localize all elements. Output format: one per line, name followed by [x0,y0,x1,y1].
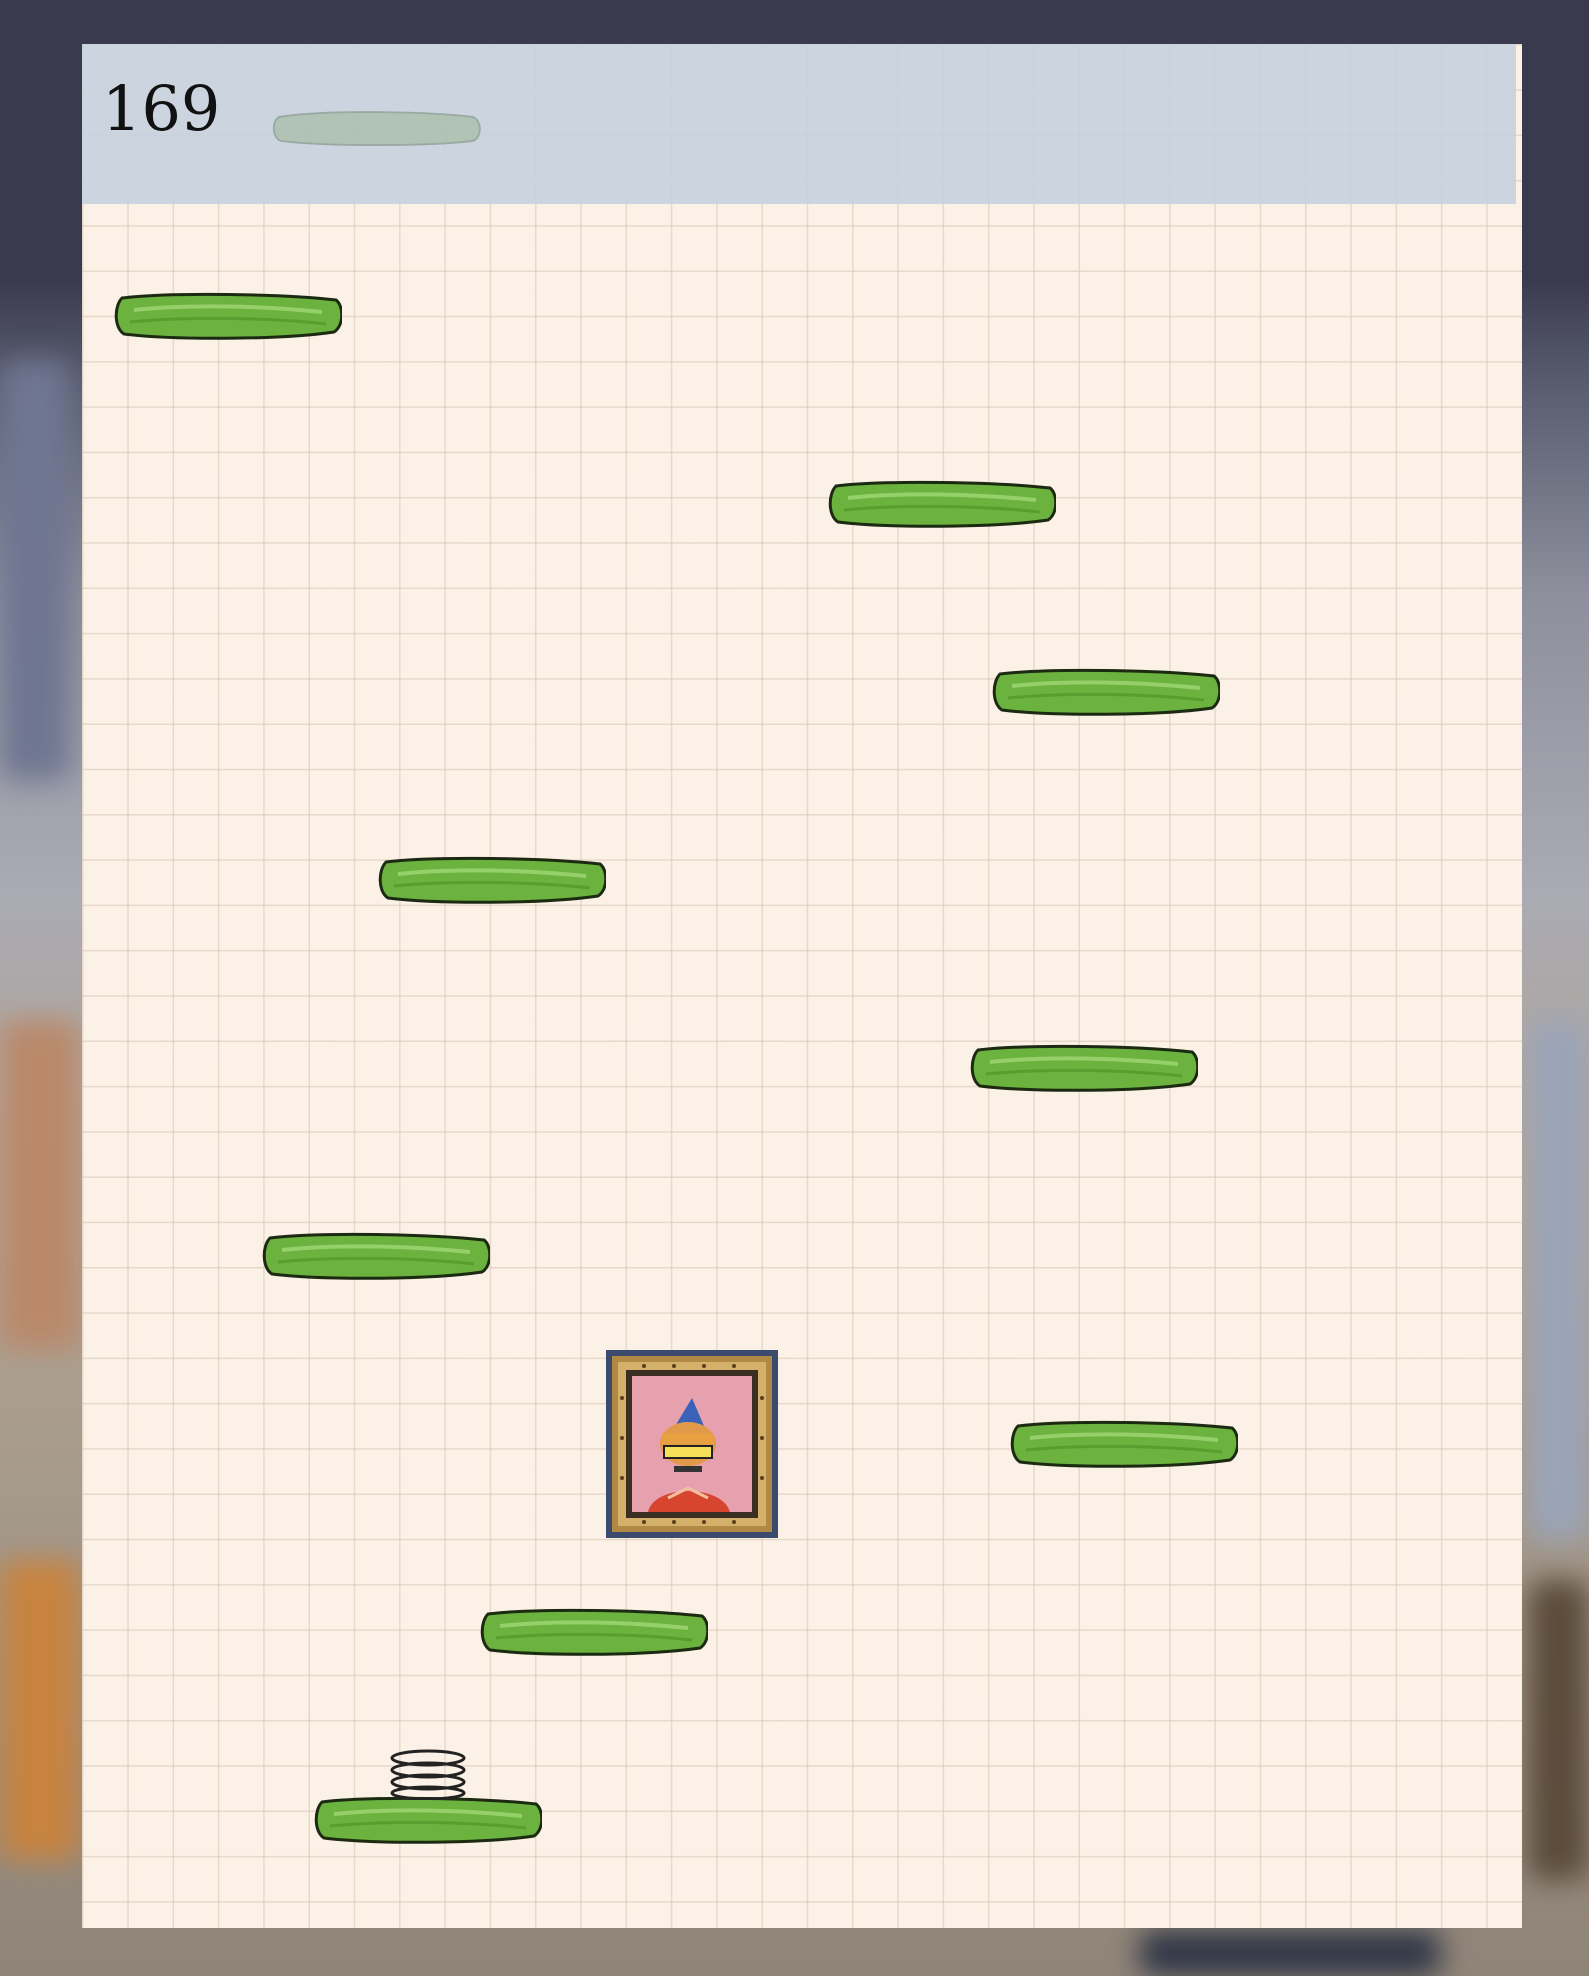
game-canvas[interactable]: 169 [82,44,1522,1928]
platform [114,292,342,340]
backdrop-blur-left-lower [0,1020,80,1350]
platform [378,856,606,904]
platform [262,1232,490,1280]
backdrop-blur-right [1528,1020,1589,1540]
score-bar: 169 [82,44,1516,204]
spring-icon [390,1749,466,1800]
backdrop-blur-right-bottom [1528,1580,1589,1880]
game-screen: 169 [0,0,1589,1976]
backdrop-blur-bottom [1140,1930,1440,1976]
platform [480,1608,708,1656]
framed-character-portrait-icon [606,1350,778,1538]
faded-platform-icon [272,111,481,146]
backdrop-blur-left-bottom [0,1560,80,1860]
backdrop-blur-left [0,360,70,780]
platform [314,1796,542,1844]
platform [828,480,1056,528]
platform [992,668,1220,716]
platform [970,1044,1198,1092]
platform [1010,1420,1238,1468]
score-value: 169 [102,72,221,145]
